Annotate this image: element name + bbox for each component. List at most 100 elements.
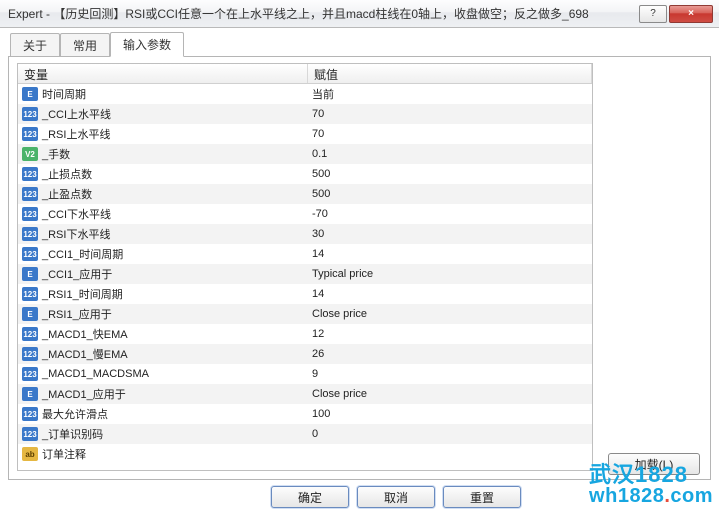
param-value[interactable]: 0 <box>308 428 592 440</box>
param-name: _MACD1_应用于 <box>42 386 126 402</box>
param-name: 订单注释 <box>42 446 86 462</box>
type-icon: 123 <box>22 107 38 121</box>
list-header: 变量 赋值 <box>18 64 592 84</box>
param-value[interactable]: Close price <box>308 308 592 320</box>
param-name-cell: 123 _RSI1_时间周期 <box>18 286 308 302</box>
param-value[interactable]: 70 <box>308 128 592 140</box>
table-row[interactable]: 123_MACD1_快EMA12 <box>18 324 592 344</box>
type-icon: E <box>22 87 38 101</box>
cancel-button[interactable]: 取消 <box>357 486 435 508</box>
type-icon: 123 <box>22 167 38 181</box>
window-title: Expert - 【历史回测】RSI或CCI任意一个在上水平线之上，并且macd… <box>8 5 637 22</box>
param-value[interactable]: 500 <box>308 168 592 180</box>
table-row[interactable]: 123_CCI1_时间周期14 <box>18 244 592 264</box>
param-name-cell: 123_订单识别码 <box>18 426 308 442</box>
tab-about[interactable]: 关于 <box>10 33 60 57</box>
param-value[interactable]: 26 <box>308 348 592 360</box>
table-row[interactable]: 123_RSI上水平线70 <box>18 124 592 144</box>
type-icon: E <box>22 387 38 401</box>
type-icon: 123 <box>22 207 38 221</box>
dialog-body: 关于 常用 输入参数 变量 赋值 E时间周期当前123_CCI上水平线70123… <box>0 28 719 512</box>
param-name-cell: E _CCI1_应用于 <box>18 266 308 282</box>
param-value[interactable]: -70 <box>308 208 592 220</box>
param-name: _RSI下水平线 <box>42 226 110 242</box>
param-value[interactable]: 30 <box>308 228 592 240</box>
table-row[interactable]: 123 _RSI1_时间周期 14 <box>18 284 592 304</box>
param-name-cell: E _MACD1_应用于 <box>18 386 308 402</box>
param-name: _RSI1_应用于 <box>42 306 112 322</box>
param-name-cell: 123_MACD1_快EMA <box>18 326 308 342</box>
table-row[interactable]: E _CCI1_应用于 Typical price <box>18 264 592 284</box>
tab-inputs[interactable]: 输入参数 <box>110 32 184 57</box>
param-name: _CCI上水平线 <box>42 106 111 122</box>
param-name: _CCI下水平线 <box>42 206 111 222</box>
table-row[interactable]: E _MACD1_应用于 Close price <box>18 384 592 404</box>
param-name-cell: 123 _CCI下水平线 <box>18 206 308 222</box>
param-name-cell: ab 订单注释 <box>18 446 308 462</box>
type-icon: E <box>22 267 38 281</box>
table-row[interactable]: 123 _CCI下水平线 -70 <box>18 204 592 224</box>
type-icon: 123 <box>22 287 38 301</box>
param-value[interactable]: 500 <box>308 188 592 200</box>
table-row[interactable]: 123 _CCI上水平线 70 <box>18 104 592 124</box>
param-name: _CCI1_时间周期 <box>42 246 123 262</box>
table-row[interactable]: 123 _止损点数 500 <box>18 164 592 184</box>
reset-button[interactable]: 重置 <box>443 486 521 508</box>
param-value[interactable]: 9 <box>308 368 592 380</box>
param-name-cell: 123 最大允许滑点 <box>18 406 308 422</box>
param-value[interactable]: 12 <box>308 328 592 340</box>
param-value[interactable]: 14 <box>308 288 592 300</box>
col-header-variable[interactable]: 变量 <box>18 64 308 83</box>
table-row[interactable]: 123 最大允许滑点 100 <box>18 404 592 424</box>
param-name-cell: V2_手数 <box>18 146 308 162</box>
close-button[interactable]: × <box>669 5 713 23</box>
help-button[interactable]: ? <box>639 5 667 23</box>
table-row[interactable]: ab 订单注释 <box>18 444 592 464</box>
param-name: _RSI上水平线 <box>42 126 110 142</box>
parameters-list: 变量 赋值 E时间周期当前123_CCI上水平线70123_RSI上水平线70V… <box>17 63 593 471</box>
titlebar: Expert - 【历史回测】RSI或CCI任意一个在上水平线之上，并且macd… <box>0 0 719 28</box>
param-name: _RSI1_时间周期 <box>42 286 123 302</box>
tab-common[interactable]: 常用 <box>60 33 110 57</box>
table-row[interactable]: V2_手数0.1 <box>18 144 592 164</box>
param-value[interactable]: 14 <box>308 248 592 260</box>
list-body[interactable]: E时间周期当前123_CCI上水平线70123_RSI上水平线70V2_手数0.… <box>18 84 592 470</box>
dialog-buttons: 确定 取消 重置 <box>0 484 719 510</box>
param-name-cell: 123_CCI1_时间周期 <box>18 246 308 262</box>
table-row[interactable]: E _RSI1_应用于 Close price <box>18 304 592 324</box>
type-icon: 123 <box>22 227 38 241</box>
param-value[interactable]: 70 <box>308 108 592 120</box>
type-icon: 123 <box>22 347 38 361</box>
param-name: _止盈点数 <box>42 186 92 202</box>
table-row[interactable]: E时间周期当前 <box>18 84 592 104</box>
load-button[interactable]: 加载(L) <box>608 453 700 475</box>
type-icon: E <box>22 307 38 321</box>
table-row[interactable]: 123 _RSI下水平线 30 <box>18 224 592 244</box>
type-icon: 123 <box>22 407 38 421</box>
type-icon: 123 <box>22 367 38 381</box>
table-row[interactable]: 123 _MACD1_慢EMA 26 <box>18 344 592 364</box>
table-row[interactable]: 123 _止盈点数 500 <box>18 184 592 204</box>
param-name: 最大允许滑点 <box>42 406 108 422</box>
param-value[interactable]: Close price <box>308 388 592 400</box>
param-name: _MACD1_MACDSMA <box>42 368 149 380</box>
param-value[interactable]: 当前 <box>308 86 592 102</box>
param-name-cell: 123 _MACD1_慢EMA <box>18 346 308 362</box>
param-value[interactable]: 0.1 <box>308 148 592 160</box>
ok-button[interactable]: 确定 <box>271 486 349 508</box>
col-header-value[interactable]: 赋值 <box>308 64 592 83</box>
param-name: _MACD1_慢EMA <box>42 346 128 362</box>
table-row[interactable]: 123 _MACD1_MACDSMA 9 <box>18 364 592 384</box>
param-name-cell: 123 _止损点数 <box>18 166 308 182</box>
param-name: _CCI1_应用于 <box>42 266 112 282</box>
param-name-cell: 123 _RSI下水平线 <box>18 226 308 242</box>
tabstrip: 关于 常用 输入参数 <box>8 34 711 56</box>
param-value[interactable]: 100 <box>308 408 592 420</box>
type-icon: ab <box>22 447 38 461</box>
param-name: _止损点数 <box>42 166 92 182</box>
table-row[interactable]: 123_订单识别码0 <box>18 424 592 444</box>
param-value[interactable]: Typical price <box>308 268 592 280</box>
type-icon: 123 <box>22 187 38 201</box>
param-name-cell: 123 _止盈点数 <box>18 186 308 202</box>
tabpanel-inputs: 变量 赋值 E时间周期当前123_CCI上水平线70123_RSI上水平线70V… <box>8 56 711 480</box>
